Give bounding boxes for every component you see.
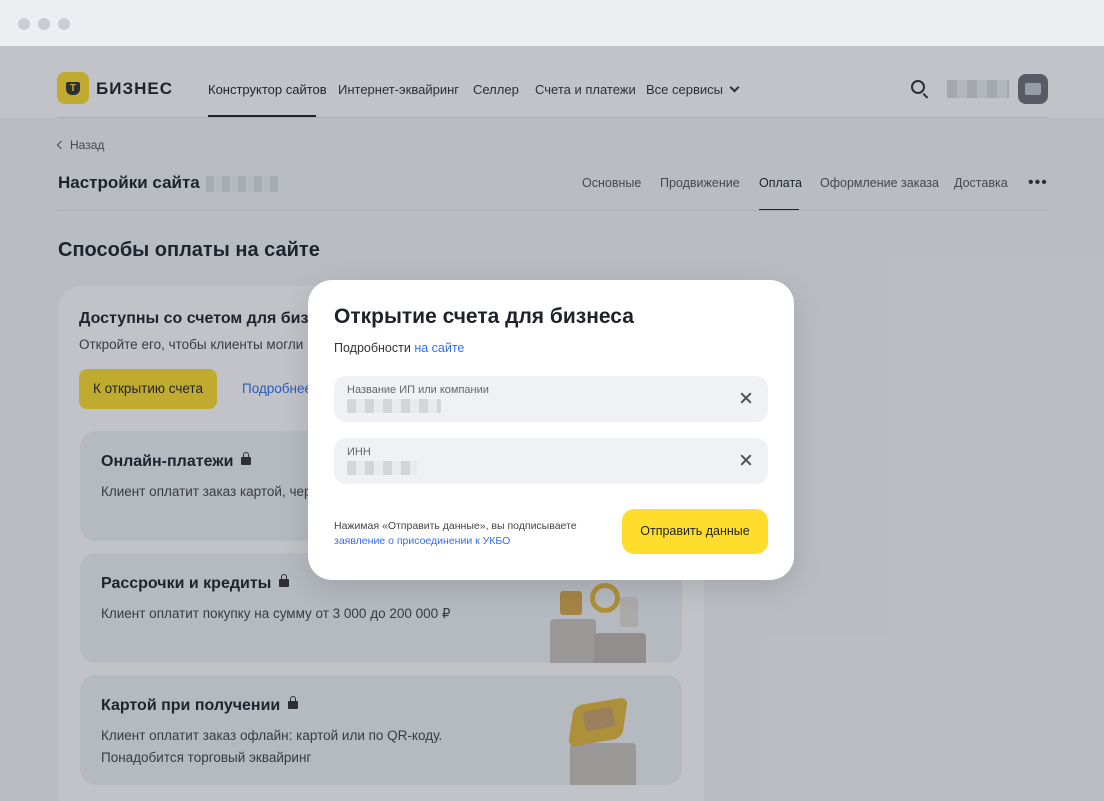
company-name-field[interactable]: Название ИП или компании	[334, 376, 768, 422]
window-minimize-dot[interactable]	[38, 18, 50, 30]
modal-subtitle-text: Подробности	[334, 341, 411, 355]
inn-field[interactable]: ИНН	[334, 438, 768, 484]
clear-icon[interactable]	[740, 454, 752, 466]
window-maximize-dot[interactable]	[58, 18, 70, 30]
ukbo-agreement-link[interactable]: заявление о присоединении к УКБО	[334, 534, 577, 549]
inn-value-redacted	[347, 461, 417, 475]
modal-site-link[interactable]: на сайте	[414, 341, 464, 355]
modal-subtitle: Подробности на сайте	[334, 341, 464, 355]
consent-text-line: Нажимая «Отправить данные», вы подписыва…	[334, 520, 577, 532]
submit-data-button[interactable]: Отправить данные	[622, 509, 768, 554]
company-name-label: Название ИП или компании	[347, 384, 489, 396]
company-name-value-redacted	[347, 399, 441, 413]
open-account-modal: Открытие счета для бизнеса Подробности н…	[308, 280, 794, 580]
modal-title: Открытие счета для бизнеса	[334, 305, 634, 328]
window-close-dot[interactable]	[18, 18, 30, 30]
consent-text: Нажимая «Отправить данные», вы подписыва…	[334, 519, 577, 549]
window-titlebar	[0, 0, 1104, 46]
clear-icon[interactable]	[740, 392, 752, 404]
inn-label: ИНН	[347, 446, 371, 458]
